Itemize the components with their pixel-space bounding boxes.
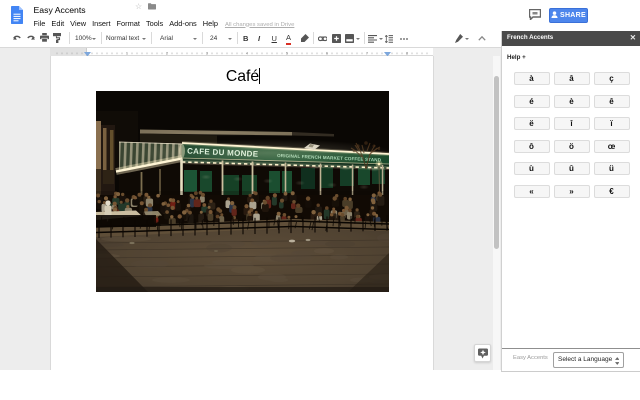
svg-text:4: 4 bbox=[246, 50, 249, 55]
svg-text:5: 5 bbox=[286, 50, 289, 55]
svg-text:1: 1 bbox=[126, 50, 129, 55]
svg-text:8: 8 bbox=[406, 50, 409, 55]
svg-text:3: 3 bbox=[206, 50, 209, 55]
svg-text:6: 6 bbox=[326, 50, 329, 55]
svg-text:2: 2 bbox=[166, 50, 169, 55]
svg-text:7: 7 bbox=[366, 50, 369, 55]
